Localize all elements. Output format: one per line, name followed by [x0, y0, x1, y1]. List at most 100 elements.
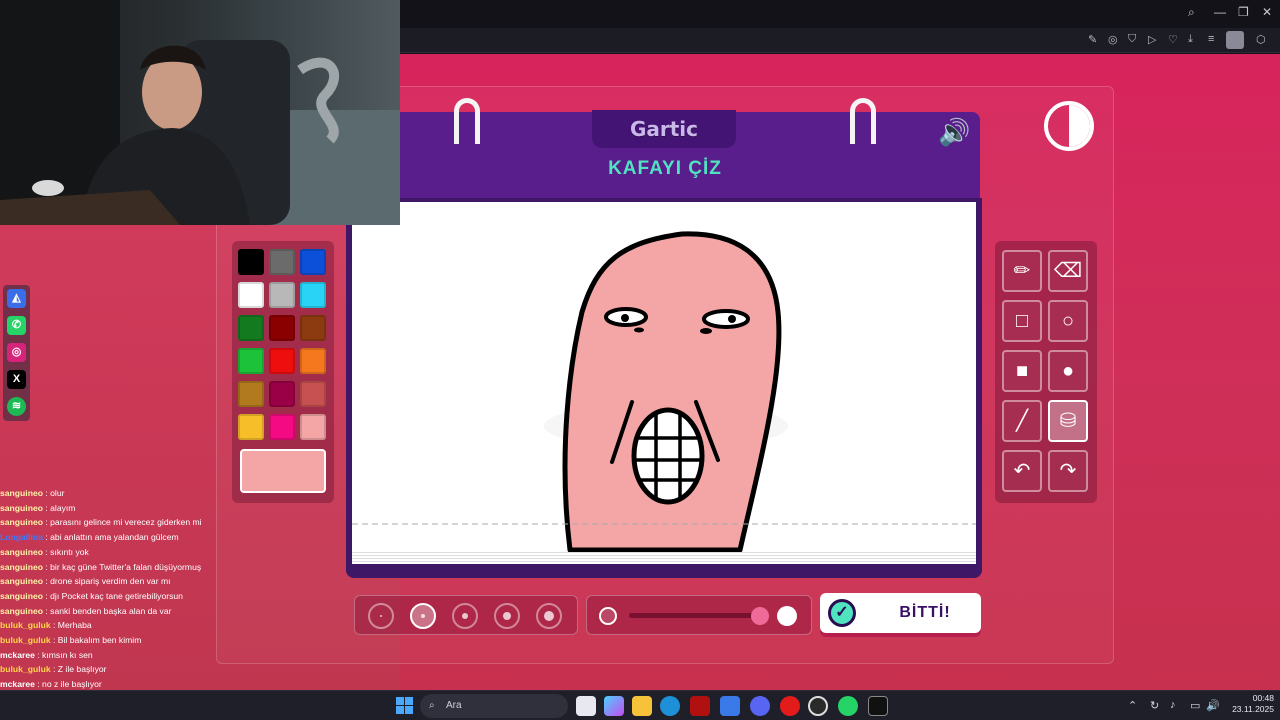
pencil-tool[interactable]: ✏: [1002, 250, 1042, 292]
adobe-icon[interactable]: [690, 696, 710, 716]
chat-username[interactable]: sanguineo: [0, 606, 43, 616]
edit-icon[interactable]: ✎: [1088, 33, 1097, 46]
opacity-knob[interactable]: [751, 607, 769, 625]
undo-icon: ↶: [1013, 460, 1031, 482]
color-swatch[interactable]: [300, 282, 326, 308]
chat-username[interactable]: buluk_guluk: [0, 635, 51, 645]
microphone-icon[interactable]: ♪: [1170, 699, 1176, 711]
close-icon[interactable]: ✕: [1262, 5, 1272, 19]
discord-icon[interactable]: [750, 696, 770, 716]
copilot-icon[interactable]: [604, 696, 624, 716]
chat-username[interactable]: sanguineo: [0, 488, 43, 498]
filled-ellipse-tool[interactable]: ●: [1048, 350, 1088, 392]
chat-message: mckaree : no z ile başlıyor: [0, 677, 230, 690]
eraser-tool[interactable]: ⌫: [1048, 250, 1088, 292]
brush-size-option[interactable]: [452, 603, 478, 629]
minimize-icon[interactable]: —: [1214, 5, 1226, 19]
x-twitter-icon[interactable]: X: [7, 370, 26, 389]
edge-icon[interactable]: [660, 696, 680, 716]
filled-rectangle-tool[interactable]: ■: [1002, 350, 1042, 392]
color-swatch[interactable]: [300, 315, 326, 341]
undo-tool[interactable]: ↶: [1002, 450, 1042, 492]
chat-username[interactable]: sanguineo: [0, 576, 43, 586]
play-icon[interactable]: ▷: [1148, 33, 1156, 46]
color-swatch[interactable]: [238, 381, 264, 407]
chat-text: : djı Pocket kaç tane getirebiliyorsun: [42, 590, 183, 601]
sync-icon[interactable]: ↻: [1150, 699, 1159, 712]
ellipse-tool[interactable]: ○: [1048, 300, 1088, 342]
color-swatch[interactable]: [300, 249, 326, 275]
chat-text: : kımsın kı sen: [34, 649, 93, 660]
redo-tool[interactable]: ↷: [1048, 450, 1088, 492]
chat-username[interactable]: mckaree: [0, 679, 35, 689]
extensions-icon[interactable]: ⬡: [1256, 33, 1266, 46]
color-swatch[interactable]: [269, 315, 295, 341]
brush-size-option[interactable]: [494, 603, 520, 629]
clock-time: 00:48: [1252, 693, 1274, 703]
chat-username[interactable]: mckaree: [0, 650, 35, 660]
camera-icon[interactable]: ◎: [1108, 33, 1118, 46]
whatsapp-taskbar-icon[interactable]: [838, 696, 858, 716]
heart-icon[interactable]: ♡: [1168, 33, 1178, 46]
chat-username[interactable]: buluk_guluk: [0, 620, 51, 630]
chat-username[interactable]: sanguineo: [0, 517, 43, 527]
color-swatch[interactable]: [300, 348, 326, 374]
color-swatch[interactable]: [300, 414, 326, 440]
brush-size-option[interactable]: [368, 603, 394, 629]
search-icon: ⌕: [429, 700, 435, 711]
chat-message: sanguineo : alayım: [0, 501, 230, 516]
color-swatch[interactable]: [269, 414, 295, 440]
chat-username[interactable]: buluk_guluk: [0, 664, 51, 674]
opacity-track[interactable]: [629, 613, 757, 618]
line-tool[interactable]: ╱: [1002, 400, 1042, 442]
mail-icon[interactable]: [720, 696, 740, 716]
task-view-icon[interactable]: [576, 696, 596, 716]
profile-avatar[interactable]: [1226, 31, 1244, 49]
rectangle-tool[interactable]: □: [1002, 300, 1042, 342]
speaker-icon[interactable]: 🔊: [938, 118, 972, 146]
done-button[interactable]: ✓ BİTTİ!: [820, 593, 981, 633]
color-swatch[interactable]: [238, 414, 264, 440]
whatsapp-icon[interactable]: ✆: [7, 316, 26, 335]
opera-icon[interactable]: [780, 696, 800, 716]
drawing-canvas[interactable]: [352, 202, 976, 553]
color-swatch[interactable]: [238, 249, 264, 275]
color-swatch[interactable]: [269, 381, 295, 407]
display-icon[interactable]: ▭: [1190, 699, 1200, 712]
menu-icon[interactable]: ≡: [1208, 33, 1214, 45]
color-swatch[interactable]: [238, 315, 264, 341]
file-explorer-icon[interactable]: [632, 696, 652, 716]
color-swatch[interactable]: [300, 381, 326, 407]
epic-games-icon[interactable]: [868, 696, 888, 716]
color-swatch[interactable]: [269, 249, 295, 275]
chat-username[interactable]: sanguineo: [0, 547, 43, 557]
taskbar-clock[interactable]: 00:48 23.11.2025: [1218, 693, 1274, 715]
app-icon[interactable]: ◭: [7, 289, 26, 308]
restore-icon[interactable]: ❐: [1238, 5, 1249, 19]
chat-username[interactable]: sanguineo: [0, 503, 43, 513]
chat-username[interactable]: sanguineo: [0, 562, 43, 572]
brush-size-option[interactable]: [536, 603, 562, 629]
chat-text: : Merhaba: [50, 620, 92, 631]
color-swatch[interactable]: [238, 282, 264, 308]
search-icon[interactable]: ⌕: [1188, 5, 1195, 20]
obs-icon[interactable]: [808, 696, 828, 716]
shield-icon[interactable]: ⛉: [1128, 33, 1136, 46]
fill-bucket-tool[interactable]: ⛁: [1048, 400, 1088, 442]
chat-username[interactable]: sanguineo: [0, 591, 43, 601]
color-swatch[interactable]: [238, 348, 264, 374]
chat-username[interactable]: Longallina: [0, 532, 43, 542]
download-icon[interactable]: ⤓: [1188, 33, 1193, 46]
opacity-slider[interactable]: [586, 595, 812, 635]
brush-size-option[interactable]: [410, 603, 436, 629]
instagram-icon[interactable]: ◎: [7, 343, 26, 362]
check-icon: ✓: [828, 599, 856, 627]
screen: ⌕ — ❐ ✕ ✎ ◎ ⛉ ▷ ♡ ⤓ ≡ ⬡ Gartic KAFAYI Çİ…: [0, 0, 1280, 720]
line-icon: ╱: [1015, 410, 1029, 432]
tray-chevron-icon[interactable]: ⌃: [1128, 699, 1137, 712]
spotify-icon[interactable]: ≋: [7, 397, 26, 416]
color-swatch[interactable]: [269, 348, 295, 374]
color-swatch[interactable]: [269, 282, 295, 308]
taskbar-search[interactable]: ⌕ Ara: [420, 694, 568, 718]
windows-start-icon[interactable]: [396, 697, 413, 714]
